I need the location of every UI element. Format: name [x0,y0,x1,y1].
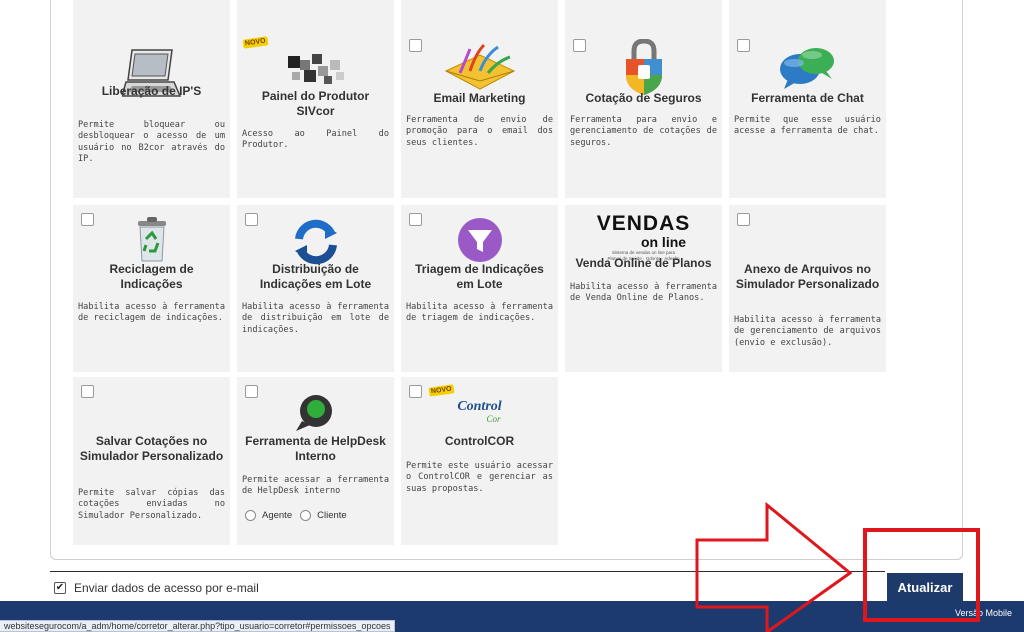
permission-checkbox[interactable] [81,385,94,398]
card-distribuicao: Distribuição de Indicações em Lote Habil… [237,205,394,372]
card-controlcor: NOVO Control Cor ControlCOR Permite este… [401,377,558,545]
logo-line1: VENDAS [596,212,691,235]
card-description: Permite salvar cópias das cotações envia… [78,488,225,521]
recycle-bin-icon [73,215,230,265]
card-partial [237,0,394,32]
shield-lock-icon [565,39,722,95]
card-title: Painel do Produtor SIVcor [261,89,370,118]
card-anexo-arquivos: Anexo de Arquivos no Simulador Personali… [729,205,886,372]
chat-bubbles-icon [729,41,886,95]
email-checkbox[interactable]: ✔ [54,582,66,594]
card-venda-online: VENDAS on line Sistema de vendas on line… [565,205,722,372]
agente-label: Agente [262,510,293,521]
card-title: Venda Online de Planos [575,256,712,270]
card-title: Reciclagem de Indicações [109,262,194,291]
card-description: Habilita acesso à ferramenta de gerencia… [734,315,881,348]
refresh-arrows-icon [237,217,394,267]
card-description: Habilita acesso à ferramenta de triagem … [406,302,553,324]
novo-badge: NOVO [428,384,455,397]
card-partial [565,0,722,32]
atualizar-button[interactable]: Atualizar [887,573,963,601]
funnel-icon [401,215,558,265]
card-title: Distribuição de Indicações em Lote [259,262,372,291]
footer-divider [50,571,885,572]
card-triagem: Triagem de Indicações em Lote Habilita a… [401,205,558,372]
card-salvar-cotacoes: Salvar Cotações no Simulador Personaliza… [73,377,230,545]
card-description: Ferramenta para envio e gerenciamento de… [570,115,717,148]
card-description: Acesso ao Painel do Produtor. [242,129,389,151]
card-title: Cotação de Seguros [585,91,702,105]
card-title: Salvar Cotações no Simulador Personaliza… [79,434,224,463]
card-description: Permite bloquear ou desbloquear o acesso… [78,120,225,165]
card-description: Habilita acesso à ferramenta de distribu… [242,302,389,335]
card-helpdesk: Ferramenta de HelpDesk Interno Permite a… [237,377,394,545]
card-ferramenta-chat: Ferramenta de Chat Permite que esse usuá… [729,31,886,198]
email-option: ✔ Enviar dados de acesso por e-mail [54,581,259,595]
email-marketing-icon [401,41,558,95]
card-description: Permite este usuário acessar o ControlCO… [406,461,553,494]
permission-checkbox[interactable] [737,213,750,226]
logo-line2: on line [640,234,687,250]
cliente-label: Cliente [317,510,347,521]
status-url: websitesegurocom/a_adm/home/corretor_alt… [0,620,396,632]
controlcor-logo: Control Cor [401,397,558,424]
card-title: ControlCOR [444,434,515,448]
helpdesk-icon [237,389,394,437]
card-partial [401,0,558,32]
agente-radio[interactable] [245,510,256,521]
helpdesk-role-radios: Agente Cliente [245,510,347,521]
card-title: Anexo de Arquivos no Simulador Personali… [735,262,880,291]
card-painel-produtor: NOVO Painel do Produtor SIVcor Acesso ao… [237,31,394,198]
painel-pixel-icon [237,45,394,95]
vendas-online-logo: VENDAS on line Sistema de vendas on line… [565,213,722,262]
card-title: Ferramenta de HelpDesk Interno [245,434,386,463]
card-title: Email Marketing [433,91,526,105]
card-liberacao-ip: Liberação de IP'S Permite bloquear ou de… [73,31,230,198]
cliente-radio[interactable] [300,510,312,521]
card-title: Ferramenta de Chat [751,91,864,105]
card-cotacao-seguros: Cotação de Seguros Ferramenta para envio… [565,31,722,198]
card-title: Triagem de Indicações em Lote [415,262,544,291]
card-description: Permite acessar a ferramenta de HelpDesk… [242,475,389,497]
permissions-panel: Liberação de IP'S Permite bloquear ou de… [50,0,963,560]
card-partial [729,0,886,32]
card-title: Liberação de IP'S [101,84,202,98]
email-label: Enviar dados de acesso por e-mail [74,581,259,595]
mobile-version-link[interactable]: Versão Mobile [955,608,1012,618]
card-description: Permite que esse usuário acesse a ferram… [734,115,881,137]
logo-line1: Control [457,399,502,414]
logo-line2: Cor [486,414,501,424]
card-reciclagem: Reciclagem de Indicações Habilita acesso… [73,205,230,372]
card-partial [73,0,230,32]
card-description: Ferramenta de envio de promoção para o e… [406,115,553,148]
card-description: Habilita acesso à ferramenta de reciclag… [78,302,225,324]
card-email-marketing: Email Marketing Ferramenta de envio de p… [401,31,558,198]
card-description: Habilita acesso à ferramenta de Venda On… [570,282,717,304]
